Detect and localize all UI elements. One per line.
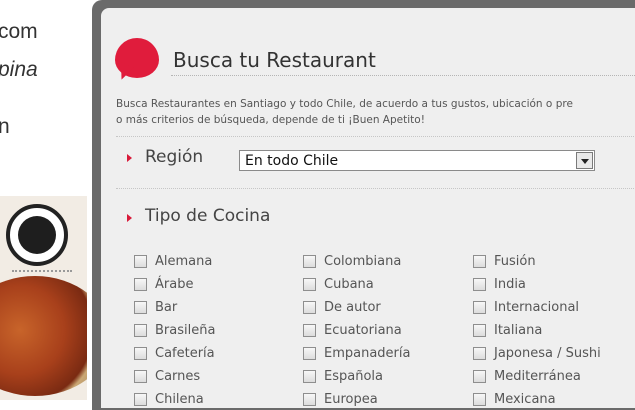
checkbox[interactable] bbox=[303, 324, 316, 337]
checkbox[interactable] bbox=[134, 255, 147, 268]
description-line-1: Busca Restaurantes en Santiago y todo Ch… bbox=[116, 98, 573, 110]
checkbox-label: Árabe bbox=[155, 277, 194, 292]
checkbox[interactable] bbox=[473, 255, 486, 268]
checkbox[interactable] bbox=[303, 255, 316, 268]
checkbox[interactable] bbox=[134, 324, 147, 337]
checkbox[interactable] bbox=[134, 301, 147, 314]
checkbox-label: Colombiana bbox=[324, 254, 402, 269]
checkbox[interactable] bbox=[303, 278, 316, 291]
region-arrow-icon bbox=[127, 154, 132, 162]
checkbox[interactable] bbox=[473, 278, 486, 291]
checkbox-label: Alemana bbox=[155, 254, 213, 269]
checkbox-label: Mediterránea bbox=[494, 369, 581, 384]
checkbox-bar[interactable]: Bar bbox=[134, 300, 177, 315]
checkbox-label: Italiana bbox=[494, 323, 543, 338]
checkbox-empanaderia[interactable]: Empanadería bbox=[303, 346, 410, 361]
chevron-down-icon[interactable] bbox=[576, 152, 593, 169]
checkbox-label: Brasileña bbox=[155, 323, 216, 338]
checkbox-label: Japonesa / Sushi bbox=[494, 346, 601, 361]
checkbox-label: Cafetería bbox=[155, 346, 215, 361]
checkbox[interactable] bbox=[134, 370, 147, 383]
restaurant-logo bbox=[6, 204, 68, 266]
food-dish-image bbox=[0, 276, 87, 396]
checkbox[interactable] bbox=[134, 347, 147, 360]
checkbox-india[interactable]: India bbox=[473, 277, 526, 292]
left-text-line-2: pina bbox=[0, 58, 38, 81]
description-line-2: o más criterios de búsqueda, depende de … bbox=[116, 114, 425, 126]
checkbox-cubana[interactable]: Cubana bbox=[303, 277, 374, 292]
checkbox-brasilena[interactable]: Brasileña bbox=[134, 323, 215, 338]
cocina-label: Tipo de Cocina bbox=[145, 206, 271, 226]
checkbox-label: Ecuatoriana bbox=[324, 323, 402, 338]
left-column: com pina n bbox=[0, 0, 92, 400]
checkbox[interactable] bbox=[134, 278, 147, 291]
checkbox-label: Española bbox=[324, 369, 383, 384]
checkbox-label: Cubana bbox=[324, 277, 374, 292]
checkbox-espanola[interactable]: Española bbox=[303, 369, 383, 384]
checkbox-italiana[interactable]: Italiana bbox=[473, 323, 542, 338]
checkbox[interactable] bbox=[473, 347, 486, 360]
checkbox-japonesa-sushi[interactable]: Japonesa / Sushi bbox=[473, 346, 601, 361]
left-text-line-1: com bbox=[0, 20, 38, 43]
checkbox-mediterranea[interactable]: Mediterránea bbox=[473, 369, 581, 384]
checkbox-label: Bar bbox=[155, 300, 178, 315]
checkbox[interactable] bbox=[473, 301, 486, 314]
checkbox-label: India bbox=[494, 277, 526, 292]
checkbox-alemana[interactable]: Alemana bbox=[134, 254, 212, 269]
left-text-line-3: n bbox=[0, 115, 10, 138]
panel-title: Busca tu Restaurant bbox=[173, 48, 376, 72]
checkbox-ecuatoriana[interactable]: Ecuatoriana bbox=[303, 323, 402, 338]
checkbox-cafeteria[interactable]: Cafetería bbox=[134, 346, 215, 361]
region-selected-value: En todo Chile bbox=[245, 153, 339, 169]
checkbox-label: De autor bbox=[324, 300, 381, 315]
checkbox-arabe[interactable]: Árabe bbox=[134, 277, 193, 292]
checkbox[interactable] bbox=[303, 301, 316, 314]
checkbox-fusion[interactable]: Fusión bbox=[473, 254, 536, 269]
checkbox-label: Fusión bbox=[494, 254, 536, 269]
checkbox[interactable] bbox=[303, 370, 316, 383]
checkbox-internacional[interactable]: Internacional bbox=[473, 300, 579, 315]
region-label: Región bbox=[145, 147, 204, 167]
search-panel: Busca tu Restaurant Busca Restaurantes e… bbox=[101, 8, 635, 408]
panel-description: Busca Restaurantes en Santiago y todo Ch… bbox=[116, 96, 635, 128]
checkbox-label: Carnes bbox=[155, 369, 201, 384]
cocina-arrow-icon bbox=[127, 214, 132, 222]
checkbox[interactable] bbox=[473, 324, 486, 337]
restaurant-photo[interactable] bbox=[0, 196, 87, 400]
checkbox-de-autor[interactable]: De autor bbox=[303, 300, 381, 315]
checkbox-colombiana[interactable]: Colombiana bbox=[303, 254, 401, 269]
region-select[interactable]: En todo Chile bbox=[239, 150, 595, 171]
checkbox-carnes[interactable]: Carnes bbox=[134, 369, 200, 384]
checkbox-label: Empanadería bbox=[324, 346, 411, 361]
checkbox[interactable] bbox=[473, 370, 486, 383]
checkbox-label: Internacional bbox=[494, 300, 580, 315]
checkbox[interactable] bbox=[303, 347, 316, 360]
